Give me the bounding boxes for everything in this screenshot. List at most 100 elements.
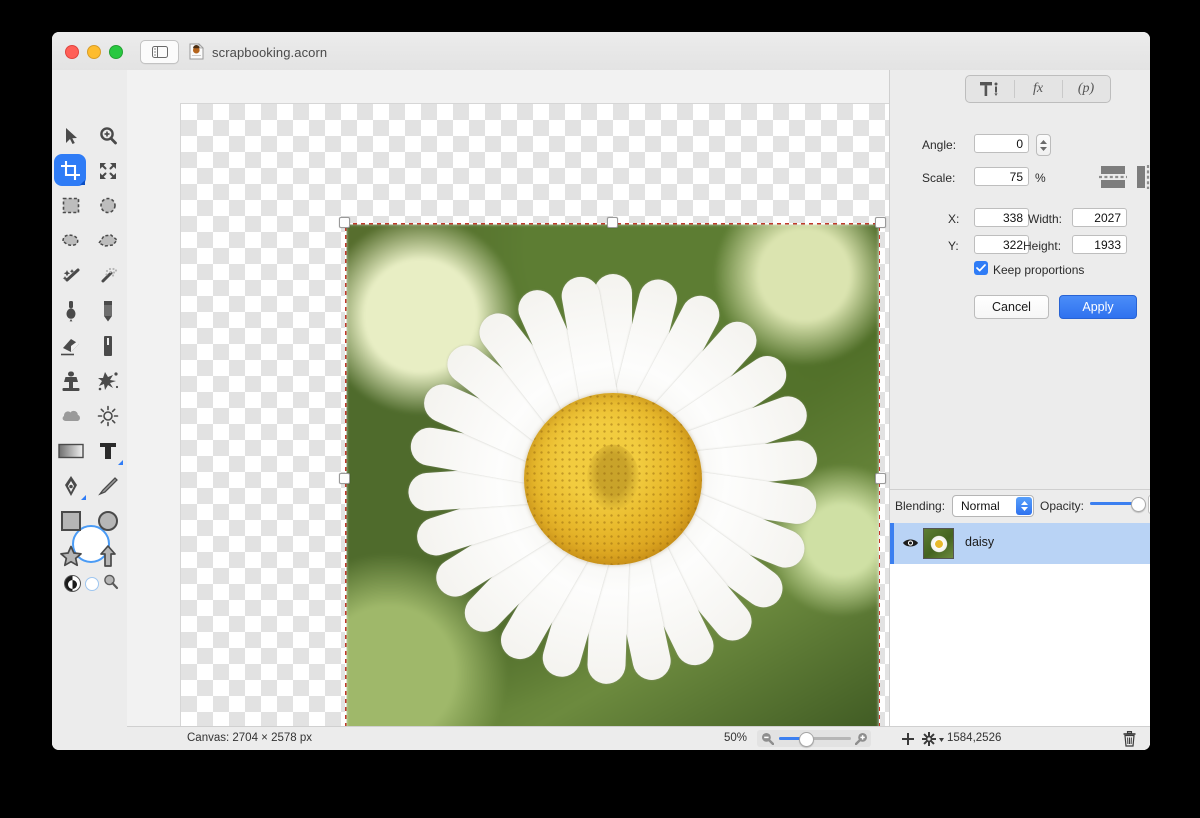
scale-label: Scale:: [922, 171, 956, 185]
width-label: Width:: [1028, 212, 1063, 226]
blending-mode-value: Normal: [961, 499, 1000, 513]
opacity-slider[interactable]: [1090, 494, 1146, 513]
magic-wand-tool[interactable]: [52, 258, 89, 293]
scale-input[interactable]: 75: [974, 167, 1029, 186]
height-label: Height:: [1023, 239, 1062, 253]
gradient-icon: [57, 443, 84, 458]
transform-tool[interactable]: [89, 153, 126, 188]
keep-proportions-label: Keep proportions: [993, 263, 1085, 277]
gear-dropdown-icon: [922, 732, 944, 746]
crop-handle-top-left[interactable]: [339, 217, 350, 228]
smudge-icon: [103, 335, 112, 356]
flip-horizontal-button[interactable]: [1098, 164, 1128, 190]
flip-vertical-icon: [1137, 165, 1150, 189]
height-input[interactable]: 1933: [1072, 235, 1127, 254]
crop-handle-middle-right[interactable]: [875, 473, 886, 484]
bezier-pen-tool[interactable]: [52, 468, 89, 503]
plus-icon: [902, 733, 914, 745]
tool-options-corner: [80, 180, 85, 185]
no-color-swatch-icon[interactable]: [85, 577, 99, 591]
layer-actions-button[interactable]: [922, 732, 945, 746]
apply-button[interactable]: Apply: [1059, 295, 1137, 319]
text-t-icon: [99, 442, 116, 459]
tab-palettes-label: (p): [1077, 81, 1095, 96]
opacity-value-input[interactable]: 100%: [1148, 495, 1150, 514]
sidebar-toggle-icon: [151, 46, 168, 58]
keep-proportions-checkbox[interactable]: [974, 261, 988, 275]
canvas[interactable]: [180, 103, 889, 750]
color-swatches: [64, 573, 119, 595]
minimize-button[interactable]: [87, 45, 101, 59]
cancel-button[interactable]: Cancel: [974, 295, 1049, 319]
eraser-tool[interactable]: [52, 328, 89, 363]
daisy-thumbnail: [923, 528, 954, 559]
cloud-icon: [62, 410, 80, 421]
ellipse-select-tool[interactable]: [89, 188, 126, 223]
color-picker-loupe-icon[interactable]: [103, 574, 119, 590]
blur-tool[interactable]: [52, 398, 89, 433]
pencil-tool[interactable]: [89, 293, 126, 328]
spatter-icon: [97, 371, 118, 390]
paint-bucket-tool[interactable]: [52, 293, 89, 328]
flip-horizontal-icon: [1099, 166, 1127, 188]
crop-handle-top-right[interactable]: [875, 217, 886, 228]
tab-tools[interactable]: [966, 76, 1014, 102]
width-input[interactable]: 2027: [1072, 208, 1127, 227]
gradient-tool[interactable]: [52, 433, 89, 468]
magnifier-plus-icon: [99, 126, 117, 144]
rectangle-select-tool[interactable]: [52, 188, 89, 223]
zoom-tool[interactable]: [89, 118, 126, 153]
angle-stepper[interactable]: [1036, 134, 1051, 156]
chevron-updown-icon: [1016, 497, 1032, 515]
x-input[interactable]: 338: [974, 208, 1029, 227]
screen: scrapbooking.acorn fx (p) Angle: 0 Scale…: [0, 0, 1200, 818]
dotted-wand-icon: [101, 267, 117, 282]
circle-icon: [97, 510, 118, 531]
zoom-slider[interactable]: [757, 730, 871, 747]
crop-tool[interactable]: [52, 153, 89, 188]
sidebar-toggle-button[interactable]: [140, 40, 179, 64]
delete-layer-button[interactable]: [1123, 731, 1136, 747]
acorn-document-icon: [188, 43, 205, 60]
polygon-lasso-tool[interactable]: [89, 223, 126, 258]
y-input[interactable]: 322: [974, 235, 1029, 254]
instant-alpha-tool[interactable]: [89, 258, 126, 293]
four-arrows-icon: [99, 162, 116, 179]
flip-vertical-button[interactable]: [1135, 164, 1150, 190]
line-tool[interactable]: [89, 468, 126, 503]
clone-stamp-tool[interactable]: [52, 363, 89, 398]
blending-mode-select[interactable]: Normal: [952, 495, 1034, 517]
layer-options-bar: Blending: Normal Opacity:: [890, 490, 1150, 523]
canvas-area[interactable]: [127, 70, 889, 750]
title-bar: scrapbooking.acorn: [52, 32, 1150, 71]
dodge-tool[interactable]: [89, 398, 126, 433]
close-button[interactable]: [65, 45, 79, 59]
crop-selection[interactable]: [339, 217, 886, 740]
move-tool[interactable]: [52, 118, 89, 153]
tab-palettes[interactable]: (p): [1062, 76, 1110, 102]
tool-options-corner: [81, 495, 86, 500]
pen-nib-icon: [64, 475, 77, 496]
text-tool[interactable]: [89, 433, 126, 468]
tool-grid: [52, 118, 127, 573]
layer-visibility-toggle[interactable]: [902, 537, 919, 549]
smudge-tool[interactable]: [89, 328, 126, 363]
layer-row-daisy[interactable]: daisy: [890, 523, 1150, 564]
opacity-label: Opacity:: [1040, 499, 1085, 513]
lasso-tool[interactable]: [52, 223, 89, 258]
layer-list[interactable]: [890, 564, 1150, 750]
crop-handle-top-center[interactable]: [607, 217, 618, 228]
add-layer-button[interactable]: [901, 732, 915, 746]
tab-filters[interactable]: fx: [1014, 76, 1062, 102]
canvas-size-label: Canvas: 2704 × 2578 px: [187, 732, 312, 744]
spatter-tool[interactable]: [89, 363, 126, 398]
black-white-swatch-icon[interactable]: [64, 575, 81, 592]
angle-input[interactable]: 0: [974, 134, 1029, 153]
acorn-window: scrapbooking.acorn fx (p) Angle: 0 Scale…: [52, 32, 1150, 750]
zoom-in-icon[interactable]: [855, 732, 868, 745]
zoom-button[interactable]: [109, 45, 123, 59]
zoom-out-icon[interactable]: [761, 732, 774, 745]
document-title: scrapbooking.acorn: [212, 45, 328, 60]
layer-status-bar: 1584,2526: [889, 726, 1150, 750]
crop-handle-middle-left[interactable]: [339, 473, 350, 484]
